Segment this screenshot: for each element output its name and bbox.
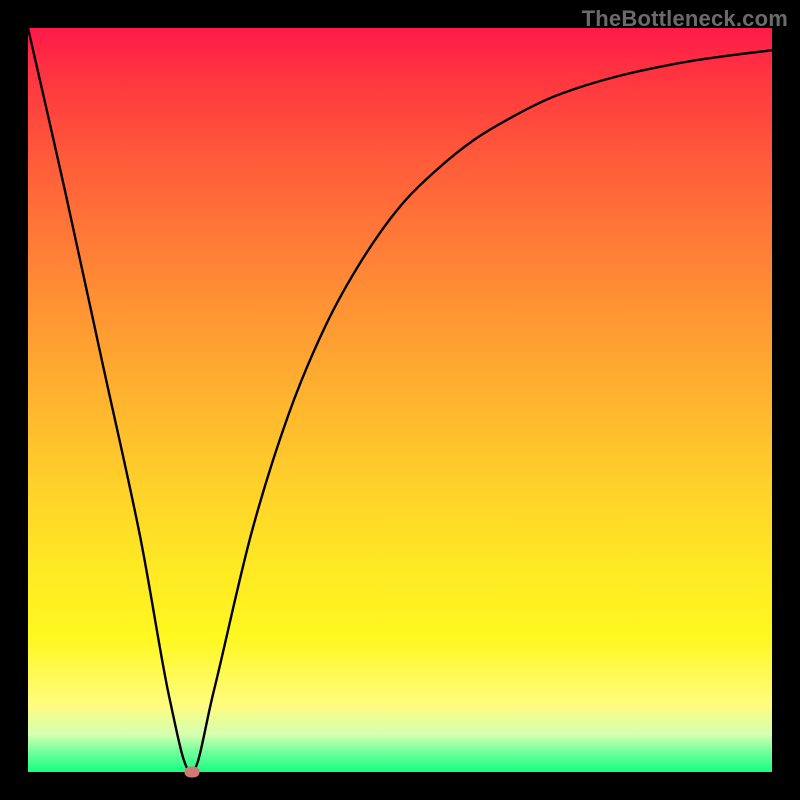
bottleneck-curve-path xyxy=(28,28,772,772)
curve-svg xyxy=(28,28,772,772)
plot-area xyxy=(28,28,772,772)
watermark-text: TheBottleneck.com xyxy=(582,6,788,32)
chart-frame: TheBottleneck.com xyxy=(0,0,800,800)
optimal-marker xyxy=(184,767,199,778)
